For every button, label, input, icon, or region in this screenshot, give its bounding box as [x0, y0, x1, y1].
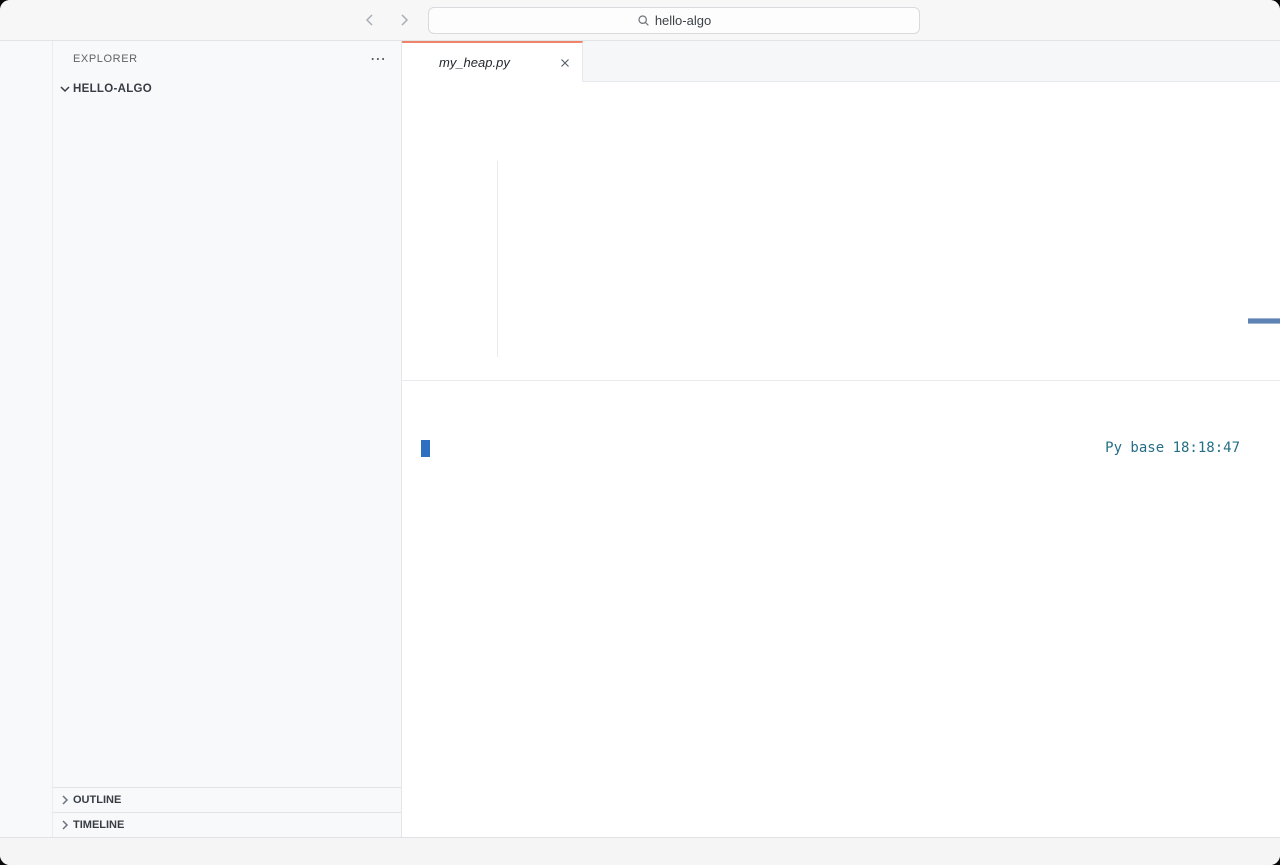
minimap[interactable]: [1198, 109, 1250, 380]
explorer-more-actions-icon[interactable]: ⋯: [370, 49, 387, 69]
terminal-right-status: Py base 18:18:47: [1105, 440, 1240, 456]
title-bar: hello-algo: [0, 0, 1280, 41]
terminal-cursor: [421, 440, 430, 457]
code-editor[interactable]: [402, 109, 1280, 380]
editor-tab-bar: my_heap.py: [402, 41, 1280, 82]
bottom-panel: Py base 18:18:47: [402, 380, 1280, 837]
minimize-window-button[interactable]: [38, 14, 50, 26]
close-tab-icon[interactable]: [558, 56, 572, 70]
python-file-icon: [416, 55, 432, 71]
terminal[interactable]: Py base 18:18:47: [402, 418, 1280, 837]
command-center-search[interactable]: hello-algo: [428, 7, 920, 34]
workspace-section-header[interactable]: HELLO-ALGO: [53, 77, 401, 101]
back-icon[interactable]: [362, 12, 378, 28]
workspace-name: HELLO-ALGO: [73, 83, 152, 95]
indent-guide: [497, 161, 498, 357]
timeline-label: TIMELINE: [73, 819, 124, 831]
zoom-window-button[interactable]: [58, 14, 70, 26]
search-text: hello-algo: [655, 13, 711, 28]
outline-label: OUTLINE: [73, 794, 121, 806]
tab-label: my_heap.py: [439, 55, 510, 70]
panel-tab-bar: [402, 381, 1280, 418]
vscode-window: hello-algo EXPLORER ⋯ HELLO-ALGO OUTLINE: [0, 0, 1280, 865]
overview-ruler-cursor: [1248, 318, 1280, 324]
chevron-right-icon: [57, 792, 73, 808]
search-icon: [637, 14, 650, 27]
activity-bar: [0, 41, 53, 837]
breadcrumb: [402, 82, 1280, 109]
outline-section[interactable]: OUTLINE: [53, 787, 401, 812]
tab-my-heap-py[interactable]: my_heap.py: [402, 41, 583, 82]
chevron-right-icon: [57, 817, 73, 833]
traffic-lights: [18, 14, 70, 26]
close-window-button[interactable]: [18, 14, 30, 26]
timeline-section[interactable]: TIMELINE: [53, 812, 401, 837]
forward-icon[interactable]: [396, 12, 412, 28]
chevron-down-icon: [57, 81, 73, 97]
status-bar: [0, 837, 1280, 865]
explorer-title: EXPLORER: [73, 53, 138, 65]
explorer-sidebar: EXPLORER ⋯ HELLO-ALGO OUTLINE TIMELINE: [53, 41, 402, 837]
